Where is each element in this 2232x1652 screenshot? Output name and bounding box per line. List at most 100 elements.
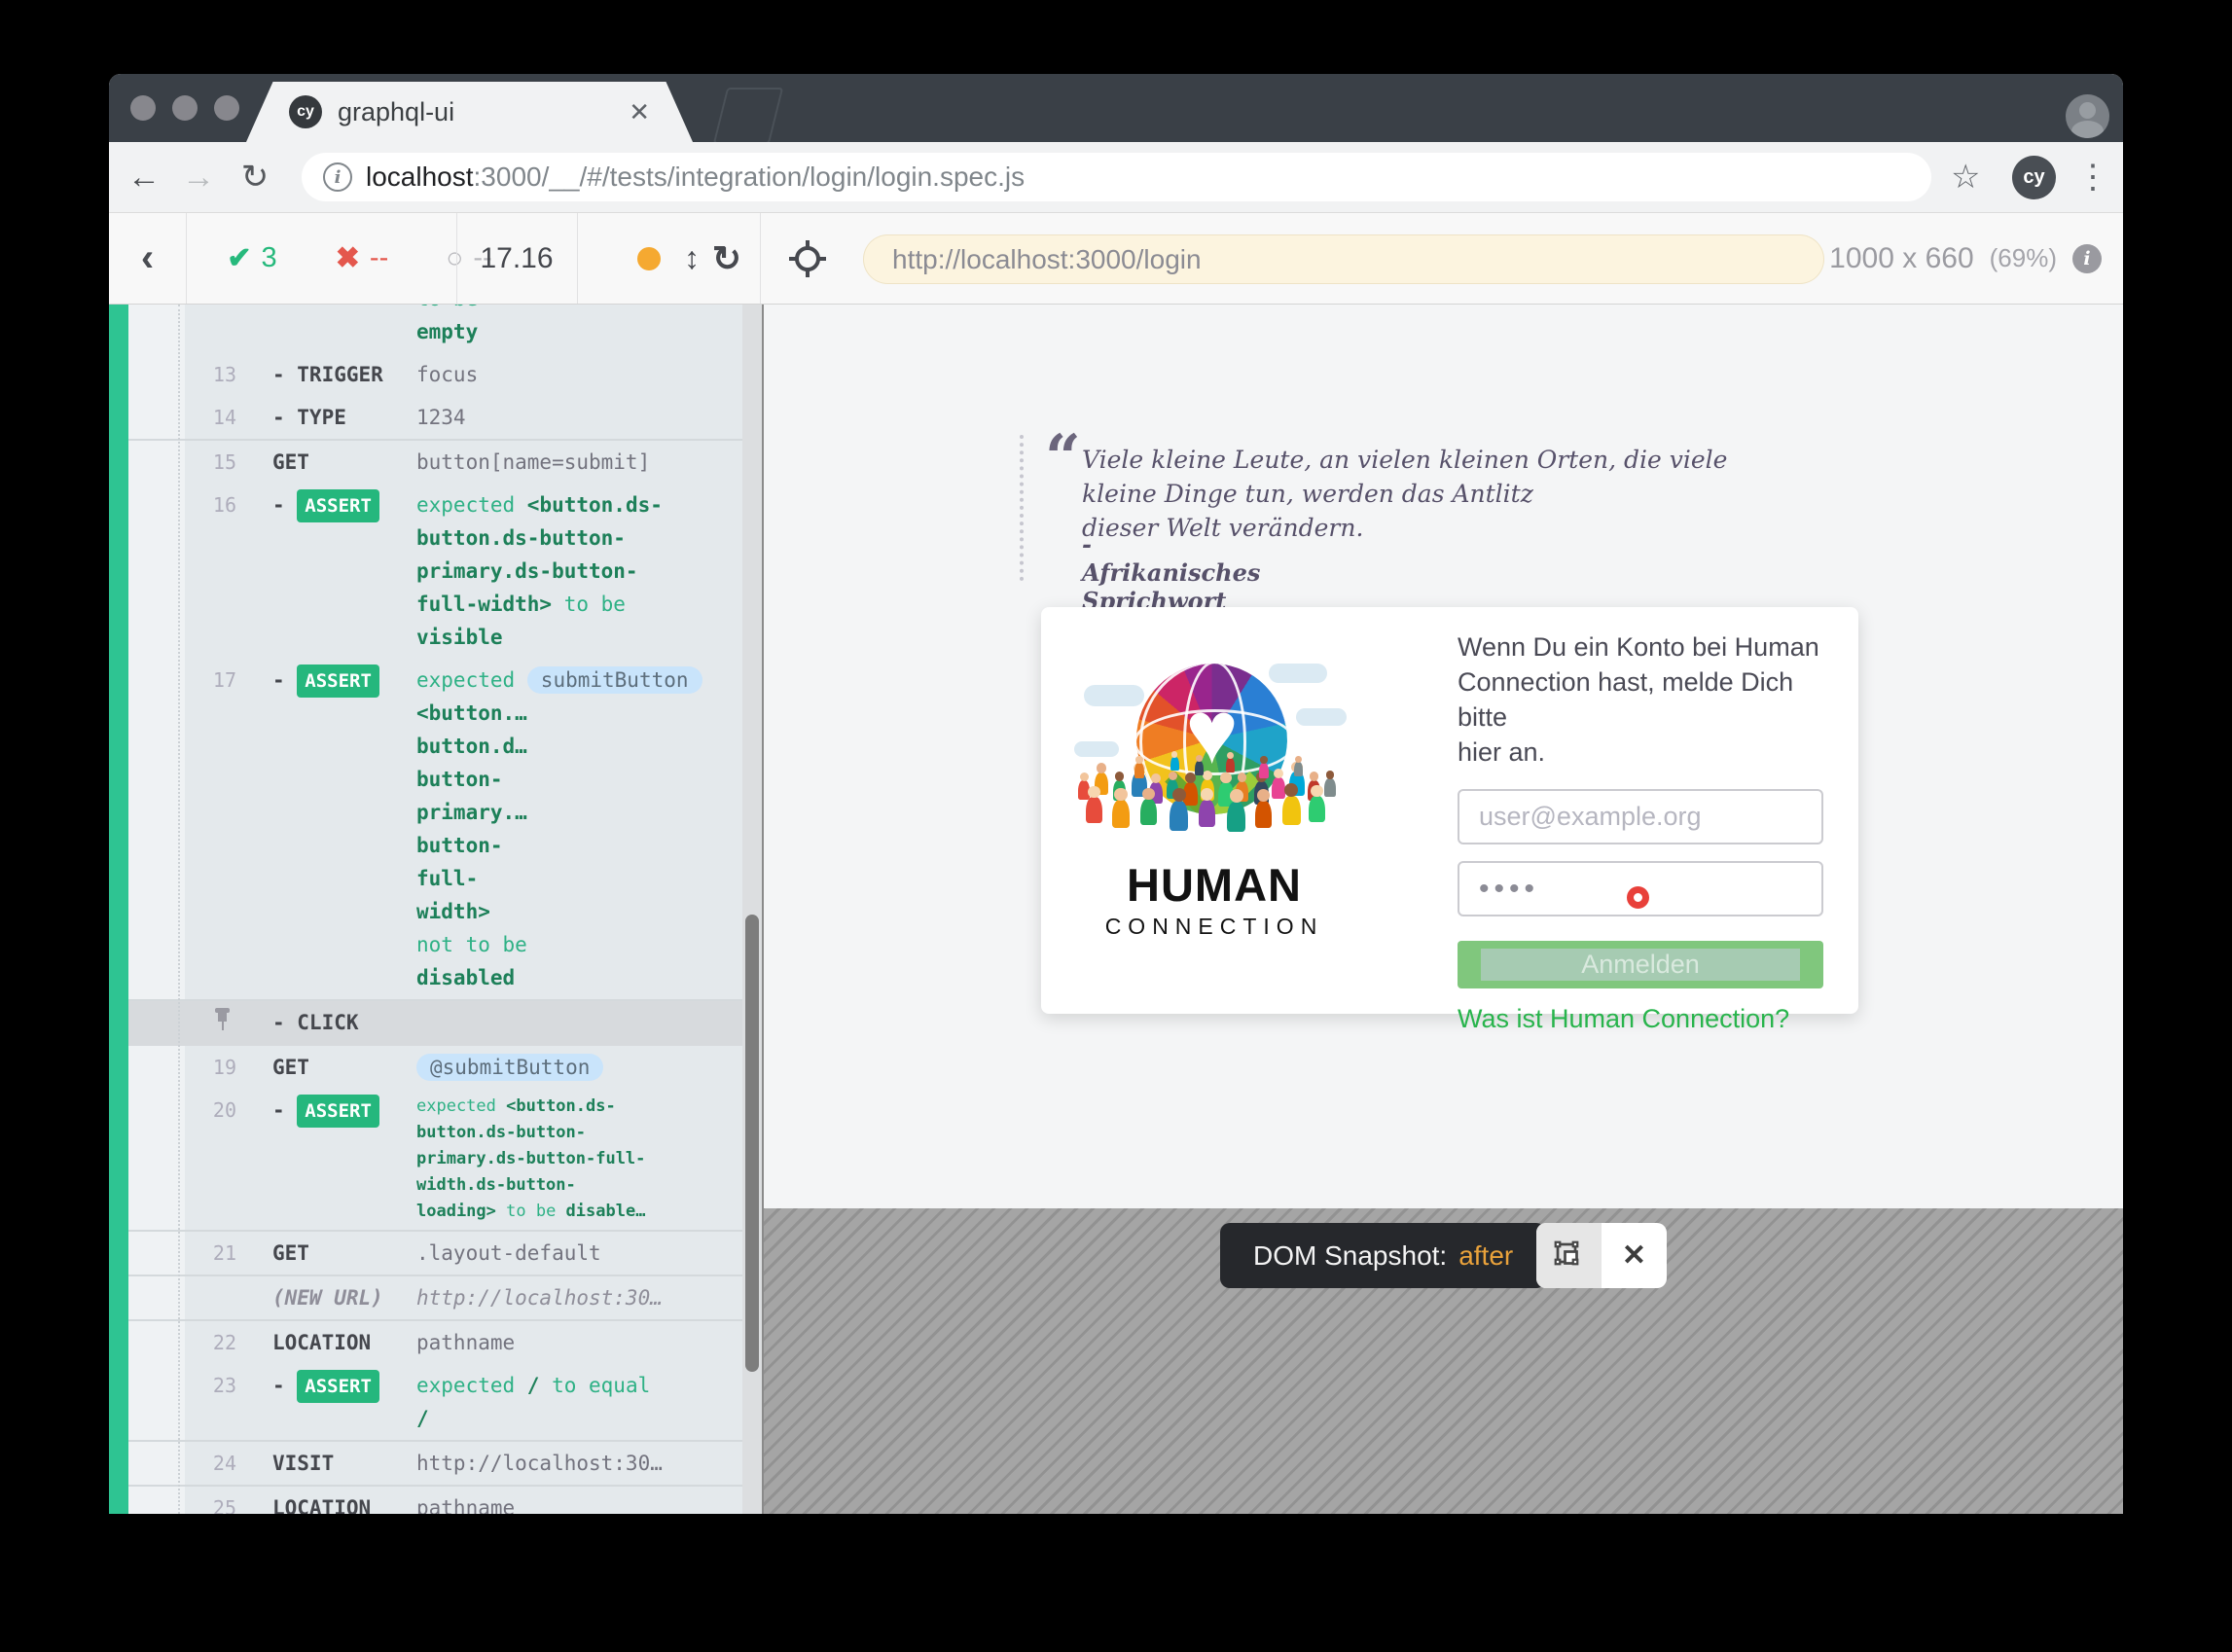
login-card: ♥ HUMAN CONNECTION Wenn Du ein Konto bei… (1041, 607, 1858, 1014)
log-row[interactable]: 21GET.layout-default (128, 1230, 742, 1275)
person-figure (1140, 799, 1157, 825)
auto-scroll-dot-icon[interactable] (637, 247, 661, 270)
log-row[interactable]: to be empty (128, 305, 742, 353)
aut-url-bar[interactable]: http://localhost:3000/login (863, 234, 1824, 284)
log-row[interactable]: - CLICK (128, 999, 742, 1046)
what-is-hc-link[interactable]: Was ist Human Connection? (1458, 1004, 1823, 1034)
title-bar: cy graphql-ui ✕ (109, 74, 2123, 142)
submit-button[interactable]: Anmelden (1458, 941, 1823, 988)
reporter-scrollbar[interactable] (742, 305, 762, 1514)
person-figure (1294, 762, 1303, 776)
viewport-size: 1000 x 660 (1829, 242, 1973, 275)
url-path: :3000/__/#/tests/integration/login/login… (474, 162, 1026, 192)
tab-close-icon[interactable]: ✕ (629, 97, 650, 127)
forward-icon[interactable]: → (177, 142, 220, 212)
tests-passed-count: ✔3 (198, 213, 306, 304)
brand-column: ♥ HUMAN CONNECTION (1078, 652, 1350, 940)
log-row[interactable]: 17- ASSERTexpected submitButton <button.… (128, 659, 742, 999)
page-info-icon[interactable]: i (323, 162, 352, 192)
test-duration: 17.16 (456, 213, 577, 304)
bookmark-star-icon[interactable]: ☆ (1951, 142, 1980, 212)
log-row[interactable]: 22LOCATIONpathname (128, 1319, 742, 1364)
alias-pill[interactable]: @submitButton (416, 1054, 603, 1081)
restart-tests-icon[interactable]: ↻ (693, 213, 761, 304)
snapshot-label: DOM Snapshot: (1253, 1240, 1447, 1272)
viewport-info-icon[interactable]: i (2072, 244, 2102, 273)
log-row[interactable]: 15GETbutton[name=submit] (128, 439, 742, 484)
assert-badge: ASSERT (297, 489, 379, 522)
log-row[interactable]: (NEW URL)http://localhost:30… (128, 1275, 742, 1319)
login-form: Wenn Du ein Konto bei Human Connection h… (1458, 629, 1823, 1034)
log-row[interactable]: 25LOCATIONpathname (128, 1485, 742, 1514)
log-row[interactable]: 24VISIThttp://localhost:30… (128, 1440, 742, 1485)
aut-pane: “ Viele kleine Leute, an vielen kleinen … (764, 305, 2123, 1514)
new-tab-button[interactable] (713, 88, 783, 144)
click-event-marker (1627, 886, 1649, 909)
reload-icon[interactable]: ↻ (234, 142, 276, 212)
person-figure (1086, 797, 1102, 823)
check-icon: ✔ (227, 241, 251, 275)
cypress-extension-icon[interactable]: cy (2012, 156, 2056, 199)
person-figure (1170, 757, 1179, 771)
avatar-head (2079, 102, 2096, 119)
person-figure (1259, 763, 1269, 778)
selector-playground-icon[interactable] (774, 213, 842, 304)
traffic-lights (130, 95, 239, 121)
email-field[interactable] (1458, 789, 1823, 844)
browser-tab[interactable]: cy graphql-ui ✕ (246, 82, 693, 142)
log-row[interactable]: 20- ASSERTexpected <button.ds- button.ds… (128, 1089, 742, 1230)
log-row[interactable]: 23- ASSERTexpected / to equal / (128, 1364, 742, 1440)
snapshot-close-button[interactable]: ✕ (1602, 1223, 1667, 1288)
highlight-region-icon (1552, 1239, 1587, 1274)
log-row[interactable]: 13- TRIGGERfocus (128, 353, 742, 396)
log-row[interactable]: 16- ASSERTexpected <button.ds- button.ds… (128, 484, 742, 659)
person-figure (1324, 778, 1336, 797)
brand-name-bottom: CONNECTION (1078, 914, 1350, 940)
profile-avatar[interactable] (2066, 94, 2109, 138)
url-field[interactable]: i localhost:3000/__/#/tests/integration/… (302, 153, 1931, 201)
browser-menu-icon[interactable]: ⋮ (2076, 142, 2109, 212)
content: to be empty13- TRIGGERfocus14- TYPE12341… (109, 305, 2123, 1514)
alias-pill[interactable]: submitButton (527, 666, 702, 694)
submit-button-label: Anmelden (1481, 949, 1800, 981)
address-bar: ← → ↻ i localhost:3000/__/#/tests/integr… (109, 142, 2123, 212)
brand-name-top: HUMAN (1078, 858, 1350, 912)
back-icon[interactable]: ← (123, 142, 165, 212)
person-figure (1226, 758, 1235, 772)
person-figure (1309, 796, 1325, 822)
person-figure (1282, 796, 1301, 825)
quote-mark-icon: “ (1045, 427, 1081, 489)
person-figure (1255, 801, 1272, 828)
human-connection-logo: ♥ (1078, 652, 1350, 856)
close-window-button[interactable] (130, 95, 156, 121)
aut-app: “ Viele kleine Leute, an vielen kleinen … (764, 305, 2123, 1208)
snapshot-controls: ✕ (1536, 1223, 1667, 1288)
maximize-window-button[interactable] (214, 95, 239, 121)
viewport-zoom: (69%) (1990, 243, 2057, 273)
assert-badge: ASSERT (297, 664, 379, 698)
person-figure (1134, 763, 1144, 778)
assert-badge: ASSERT (297, 1370, 379, 1403)
screen: cy graphql-ui ✕ ← → ↻ i localhost:3000/_… (0, 0, 2232, 1652)
assert-badge: ASSERT (297, 1095, 379, 1128)
log-row[interactable]: 14- TYPE1234 (128, 396, 742, 439)
scrollbar-thumb[interactable] (745, 915, 759, 1372)
url-text: localhost:3000/__/#/tests/integration/lo… (366, 162, 1025, 193)
avatar-shoulders (2071, 121, 2104, 138)
minimize-window-button[interactable] (172, 95, 198, 121)
person-figure (1112, 800, 1130, 828)
collapse-reporter-icon[interactable]: ‹ (109, 213, 186, 304)
viewport-info: 1000 x 660 (69%) i (1829, 213, 2102, 304)
person-figure (1170, 801, 1188, 831)
tab-title: graphql-ui (338, 97, 454, 127)
test-passed-bar (109, 305, 128, 1514)
person-figure (1199, 800, 1215, 827)
snapshot-highlight-button[interactable] (1536, 1223, 1602, 1288)
runner-toolbar: ‹ ✔3 ✖-- ○-- 17.16 ↕ ↻ http://localhost:… (109, 212, 2123, 305)
snapshot-backdrop: DOM Snapshot: after (764, 1208, 2123, 1514)
cypress-favicon: cy (289, 95, 322, 128)
log-row[interactable]: 19GET@submitButton (128, 1046, 742, 1089)
url-host: localhost (366, 162, 474, 192)
pin-icon (213, 1006, 233, 1031)
login-intro-text: Wenn Du ein Konto bei Human Connection h… (1458, 629, 1823, 770)
